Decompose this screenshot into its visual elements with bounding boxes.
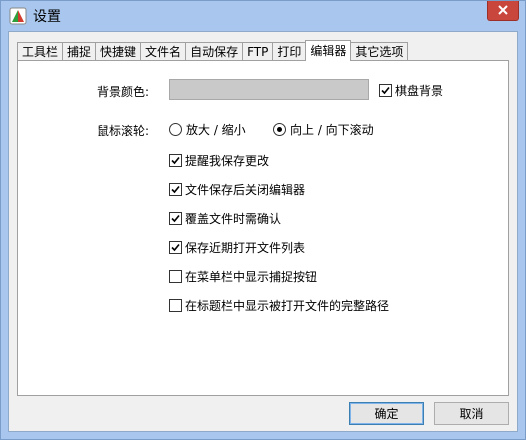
- checkmark-icon: [171, 156, 180, 165]
- radio-circle[interactable]: [273, 123, 286, 136]
- radio-circle[interactable]: [169, 123, 182, 136]
- checkmark-icon: [171, 243, 180, 252]
- tab-capture[interactable]: 捕捉: [62, 42, 97, 60]
- checkbox-box[interactable]: [169, 241, 182, 254]
- save-recent-files-checkbox[interactable]: 保存近期打开文件列表: [169, 239, 305, 256]
- close-button[interactable]: [487, 1, 519, 21]
- remind-save-checkbox[interactable]: 提醒我保存更改: [169, 152, 269, 169]
- checkerboard-checkbox[interactable]: 棋盘背景: [379, 82, 443, 99]
- cancel-button[interactable]: 取消: [434, 402, 509, 425]
- tab-strip: 工具栏 捕捉 快捷键 文件名 自动保存 FTP 打印 编辑器 其它选项: [17, 40, 409, 61]
- tab-autosave[interactable]: 自动保存: [185, 42, 244, 60]
- wheel-zoom-label: 放大 / 缩小: [186, 123, 246, 137]
- show-full-path-in-titlebar-checkbox[interactable]: 在标题栏中显示被打开文件的完整路径: [169, 297, 389, 314]
- radio-dot: [277, 127, 282, 132]
- app-logo-icon: [9, 7, 27, 25]
- title-bar[interactable]: 设置: [1, 1, 525, 31]
- tab-hotkeys[interactable]: 快捷键: [95, 42, 142, 60]
- remind-save-label: 提醒我保存更改: [185, 154, 270, 168]
- checkbox-box[interactable]: [169, 154, 182, 167]
- close-after-save-checkbox[interactable]: 文件保存后关闭编辑器: [169, 181, 305, 198]
- editor-panel: 背景颜色: 棋盘背景 鼠标滚轮: 放大 / 缩小 向上 / 向下滚动 提醒我保存…: [17, 60, 509, 396]
- ok-button[interactable]: 确定: [349, 402, 424, 425]
- mouse-wheel-label: 鼠标滚轮:: [97, 124, 150, 138]
- tab-editor[interactable]: 编辑器: [305, 40, 352, 61]
- checkbox-box[interactable]: [169, 183, 182, 196]
- window-title: 设置: [33, 9, 61, 25]
- background-color-swatch[interactable]: [169, 79, 369, 100]
- confirm-overwrite-checkbox[interactable]: 覆盖文件时需确认: [169, 210, 281, 227]
- background-color-label: 背景颜色:: [97, 85, 150, 99]
- show-capture-in-menubar-label: 在菜单栏中显示捕捉按钮: [185, 270, 318, 284]
- save-recent-files-label: 保存近期打开文件列表: [185, 241, 306, 255]
- checkmark-icon: [171, 214, 180, 223]
- tab-print[interactable]: 打印: [272, 42, 307, 60]
- show-capture-in-menubar-checkbox[interactable]: 在菜单栏中显示捕捉按钮: [169, 268, 317, 285]
- settings-window: 设置 工具栏 捕捉 快捷键 文件名 自动保存 FTP 打印 编辑器 其它选项 背…: [0, 0, 526, 440]
- checkbox-box[interactable]: [169, 212, 182, 225]
- tab-filename[interactable]: 文件名: [140, 42, 187, 60]
- confirm-overwrite-label: 覆盖文件时需确认: [185, 212, 282, 226]
- tab-toolbar[interactable]: 工具栏: [17, 42, 64, 60]
- checkmark-icon: [381, 86, 390, 95]
- checkbox-box[interactable]: [169, 299, 182, 312]
- show-full-path-in-titlebar-label: 在标题栏中显示被打开文件的完整路径: [185, 299, 390, 313]
- wheel-zoom-radio[interactable]: 放大 / 缩小: [169, 121, 246, 138]
- wheel-scroll-label: 向上 / 向下滚动: [290, 123, 374, 137]
- checkbox-box[interactable]: [169, 270, 182, 283]
- dialog-client: 工具栏 捕捉 快捷键 文件名 自动保存 FTP 打印 编辑器 其它选项 背景颜色…: [8, 31, 518, 432]
- close-icon: [497, 4, 509, 18]
- wheel-scroll-radio[interactable]: 向上 / 向下滚动: [273, 121, 374, 138]
- tab-ftp[interactable]: FTP: [242, 42, 274, 60]
- checkerboard-label: 棋盘背景: [395, 84, 444, 98]
- checkmark-icon: [171, 185, 180, 194]
- checkbox-box[interactable]: [379, 84, 392, 97]
- tab-other-options[interactable]: 其它选项: [350, 42, 409, 60]
- close-after-save-label: 文件保存后关闭编辑器: [185, 183, 306, 197]
